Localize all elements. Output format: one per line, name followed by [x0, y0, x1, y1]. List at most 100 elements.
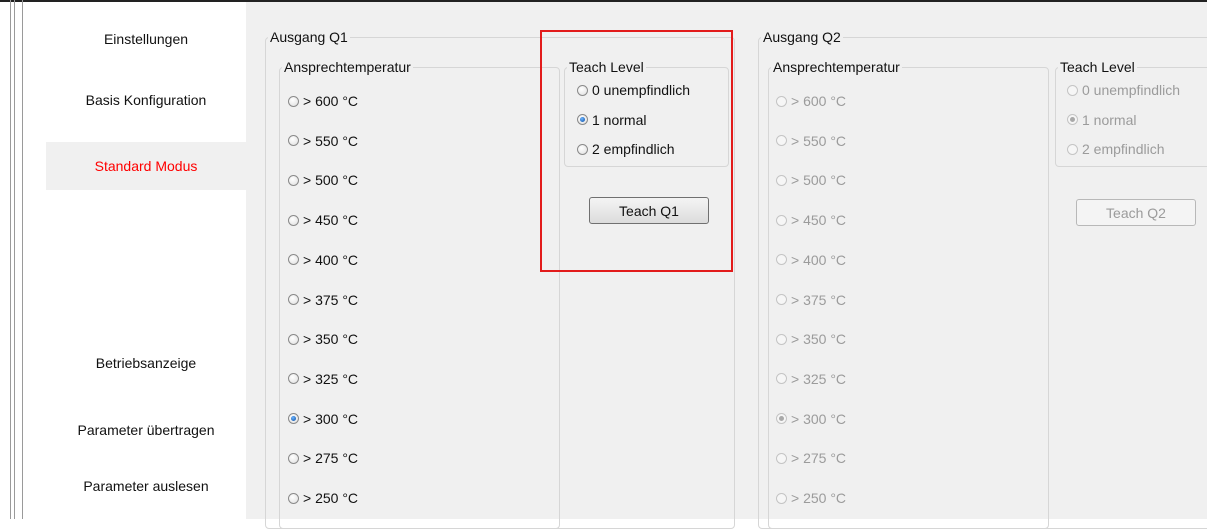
radio-icon [288, 174, 299, 186]
radio-icon [1067, 84, 1078, 96]
radio-label: > 350 °C [303, 331, 359, 348]
radio-label: > 375 °C [303, 291, 359, 308]
teach-level-q2-0-unempfindlich[interactable]: 0 unempfindlich [1067, 82, 1180, 98]
temp-option-q2-450-c[interactable]: > 450 °C [776, 212, 846, 228]
radio-label: > 400 °C [791, 251, 847, 268]
sidebar-item-einstellungen[interactable]: Einstellungen [46, 15, 246, 63]
temp-option-q2-275-c[interactable]: > 275 °C [776, 450, 846, 466]
radio-icon [288, 135, 299, 147]
radio-label: 0 unempfindlich [592, 82, 691, 98]
radio-icon [288, 333, 299, 345]
teach-q1-button[interactable]: Teach Q1 [589, 197, 709, 224]
main-panel: Ausgang Q1 Ansprechtemperatur > 600 °C > … [246, 2, 1207, 529]
temp-option-q2-500-c[interactable]: > 500 °C [776, 172, 846, 188]
frame-line [22, 0, 23, 519]
radio-icon [288, 373, 299, 385]
radio-icon [1067, 143, 1078, 155]
radio-label: 1 normal [1082, 111, 1137, 128]
radio-label: > 500 °C [303, 172, 359, 189]
temp-option-q1-550-c[interactable]: > 550 °C [288, 133, 358, 149]
temp-option-q2-300-c[interactable]: > 300 °C [776, 411, 846, 427]
radio-label: > 550 °C [791, 132, 847, 149]
temp-option-q2-250-c[interactable]: > 250 °C [776, 490, 846, 506]
temp-option-q2-550-c[interactable]: > 550 °C [776, 133, 846, 149]
radio-label: > 300 °C [791, 410, 847, 427]
radio-label: > 450 °C [303, 212, 359, 229]
frame-line [10, 0, 11, 519]
temp-title-q2: Ansprechtemperatur [773, 59, 900, 75]
radio-icon [577, 143, 588, 155]
teach-title-q2: Teach Level [1060, 59, 1135, 75]
group-title-q1: Ausgang Q1 [270, 29, 348, 45]
radio-label: > 275 °C [303, 450, 359, 467]
radio-icon [776, 254, 787, 266]
radio-icon [288, 452, 299, 464]
radio-icon [776, 294, 787, 305]
radio-label: > 600 °C [791, 93, 847, 109]
radio-icon [288, 254, 299, 266]
radio-icon [288, 294, 299, 305]
radio-icon [288, 95, 299, 107]
radio-label: > 250 °C [303, 490, 359, 506]
radio-label: > 350 °C [791, 331, 847, 348]
radio-icon [776, 95, 787, 107]
temp-option-q1-325-c[interactable]: > 325 °C [288, 371, 358, 387]
temp-option-q2-325-c[interactable]: > 325 °C [776, 371, 846, 387]
temp-option-q1-250-c[interactable]: > 250 °C [288, 490, 358, 506]
radio-label: > 500 °C [791, 172, 847, 189]
sidebar-item-parameter-uebertragen[interactable]: Parameter übertragen [46, 406, 246, 454]
radio-icon [577, 84, 588, 96]
temp-option-q1-300-c[interactable]: > 300 °C [288, 411, 358, 427]
radio-label: > 400 °C [303, 251, 359, 268]
radio-icon [776, 333, 787, 345]
radio-label: > 325 °C [791, 370, 847, 387]
radio-icon [776, 413, 787, 425]
teach-level-q1-2-empfindlich[interactable]: 2 empfindlich [577, 141, 675, 157]
radio-icon [776, 492, 787, 504]
temp-option-q1-375-c[interactable]: > 375 °C [288, 292, 358, 308]
teach-level-q2-1-normal[interactable]: 1 normal [1067, 112, 1136, 128]
radio-label: > 275 °C [791, 450, 847, 467]
radio-label: > 325 °C [303, 370, 359, 387]
radio-icon [776, 174, 787, 186]
sidebar-item-basis-konfiguration[interactable]: Basis Konfiguration [46, 76, 246, 124]
temp-option-q1-450-c[interactable]: > 450 °C [288, 212, 358, 228]
temp-option-q1-400-c[interactable]: > 400 °C [288, 252, 358, 268]
radio-label: > 300 °C [303, 410, 359, 427]
radio-label: 0 unempfindlich [1082, 82, 1181, 98]
frame-line [14, 0, 15, 519]
radio-label: > 250 °C [791, 490, 847, 506]
radio-label: 1 normal [592, 111, 647, 128]
radio-icon [288, 492, 299, 504]
radio-icon [776, 135, 787, 147]
group-title-q2: Ausgang Q2 [763, 29, 841, 45]
radio-label: > 550 °C [303, 132, 359, 149]
radio-label: 2 empfindlich [592, 141, 675, 157]
radio-icon [288, 413, 299, 425]
temp-option-q2-375-c[interactable]: > 375 °C [776, 292, 846, 308]
radio-label: 2 empfindlich [1082, 141, 1165, 157]
teach-q2-button[interactable]: Teach Q2 [1076, 199, 1196, 226]
temp-option-q2-600-c[interactable]: > 600 °C [776, 93, 846, 109]
radio-icon [776, 214, 787, 226]
temp-title-q1: Ansprechtemperatur [284, 59, 411, 75]
radio-icon [577, 114, 588, 125]
radio-label: > 450 °C [791, 212, 847, 229]
radio-label: > 375 °C [791, 291, 847, 308]
sidebar-item-standard-modus[interactable]: Standard Modus [46, 142, 246, 190]
radio-icon [288, 214, 299, 226]
teach-level-q2-2-empfindlich[interactable]: 2 empfindlich [1067, 141, 1165, 157]
temp-option-q2-400-c[interactable]: > 400 °C [776, 252, 846, 268]
teach-title-q1: Teach Level [569, 59, 644, 75]
temp-option-q2-350-c[interactable]: > 350 °C [776, 331, 846, 347]
teach-level-q1-1-normal[interactable]: 1 normal [577, 112, 646, 128]
radio-label: > 600 °C [303, 93, 359, 109]
temp-option-q1-275-c[interactable]: > 275 °C [288, 450, 358, 466]
teach-level-q1-0-unempfindlich[interactable]: 0 unempfindlich [577, 82, 690, 98]
sidebar-item-betriebsanzeige[interactable]: Betriebsanzeige [46, 339, 246, 387]
temp-option-q1-600-c[interactable]: > 600 °C [288, 93, 358, 109]
temp-option-q1-350-c[interactable]: > 350 °C [288, 331, 358, 347]
temp-option-q1-500-c[interactable]: > 500 °C [288, 172, 358, 188]
sidebar-item-parameter-auslesen[interactable]: Parameter auslesen [46, 462, 246, 510]
radio-icon [776, 373, 787, 385]
